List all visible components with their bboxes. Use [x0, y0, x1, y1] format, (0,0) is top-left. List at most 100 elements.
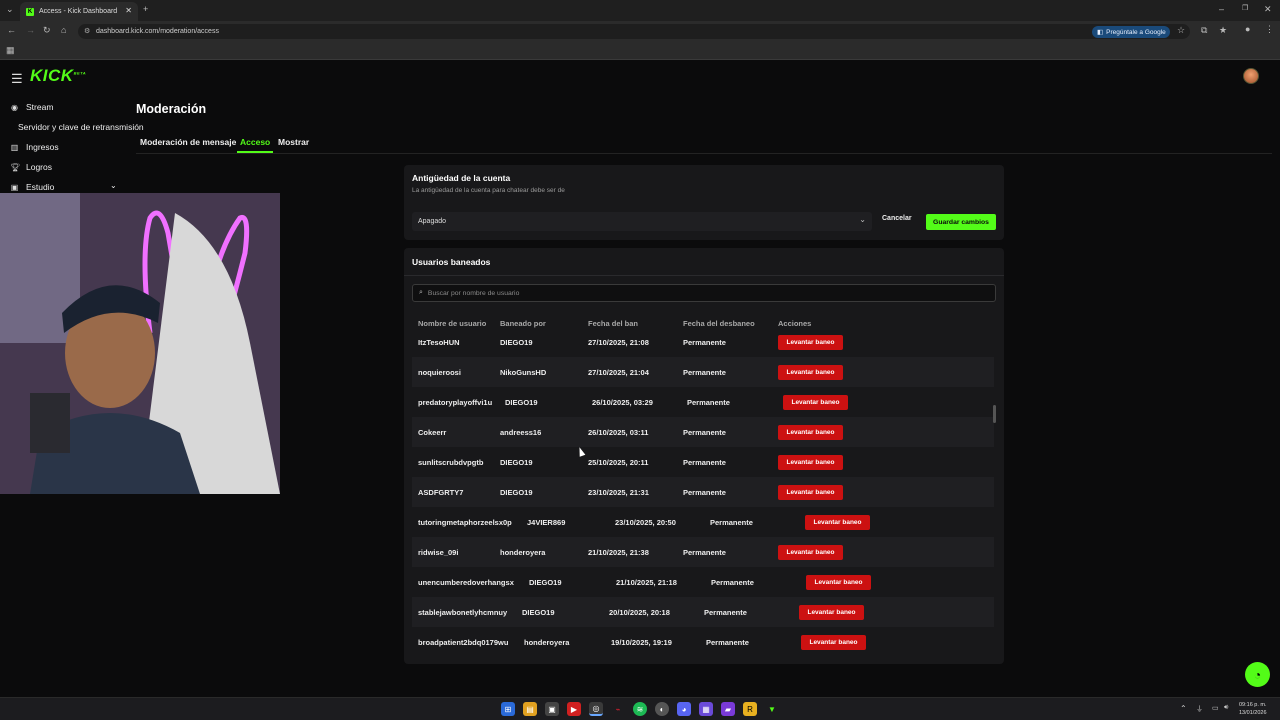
back-icon[interactable]: ←: [7, 26, 16, 35]
app-grid-icon[interactable]: ▦: [699, 702, 713, 716]
unban-button[interactable]: Levantar baneo: [778, 365, 843, 380]
tab-moderacion-mensaje[interactable]: Moderación de mensaje: [140, 137, 236, 147]
cell-ban-date: 19/10/2025, 19:19: [611, 638, 672, 647]
system-clock[interactable]: 09:16 p. m. 13/01/2026: [1239, 701, 1267, 717]
chevron-down-icon: ⌄: [859, 215, 866, 224]
cell-username: unencumberedoverhangsx: [418, 578, 514, 587]
url-field[interactable]: ⚙ dashboard.kick.com/moderation/access: [78, 24, 1190, 39]
usb-icon[interactable]: ⏚: [1196, 704, 1203, 714]
minimize-icon[interactable]: –: [1219, 5, 1224, 14]
cell-ban-date: 26/10/2025, 03:29: [592, 398, 653, 407]
windows-start-icon[interactable]: ⊞: [501, 702, 515, 716]
kick-favicon-icon: K: [26, 7, 34, 16]
spotify-icon[interactable]: ≋: [633, 702, 647, 716]
trophy-icon: 🏆︎: [10, 162, 21, 172]
home-icon[interactable]: ⌂: [61, 26, 66, 35]
cell-username: noquieroosi: [418, 368, 461, 377]
youtube-icon[interactable]: ▶: [567, 702, 581, 716]
store-icon[interactable]: ▣: [545, 702, 559, 716]
new-tab-icon[interactable]: +: [143, 5, 148, 14]
ask-google-button[interactable]: ◧ Pregúntale a Google: [1092, 26, 1170, 38]
table-row: ridwise_09i honderoyera 21/10/2025, 21:3…: [412, 537, 994, 567]
cell-banned-by: andreess16: [500, 428, 542, 437]
unban-button[interactable]: Levantar baneo: [801, 635, 866, 650]
cell-banned-by: honderoyera: [524, 638, 570, 647]
app-v-icon[interactable]: ▼: [765, 702, 779, 716]
url-text: dashboard.kick.com/moderation/access: [96, 28, 219, 35]
cancel-button[interactable]: Cancelar: [882, 215, 912, 222]
cell-banned-by: DIEGO19: [522, 608, 555, 617]
table-row: tutoringmetaphorzeelsx0p J4VIER869 23/10…: [412, 507, 994, 537]
tab-mostrar[interactable]: Mostrar: [278, 137, 309, 147]
sidebar-item-stream[interactable]: ◉ Stream: [10, 102, 53, 112]
cell-unban-date: Permanente: [683, 458, 726, 467]
site-info-icon[interactable]: ⚙: [84, 27, 90, 35]
cell-unban-date: Permanente: [706, 638, 749, 647]
unban-button[interactable]: Levantar baneo: [783, 395, 848, 410]
sidebar-item-server-key[interactable]: Servidor y clave de retransmisión: [18, 122, 144, 132]
table-row: broadpatient2bdq0179wu honderoyera 19/10…: [412, 627, 994, 657]
file-explorer-icon[interactable]: ▤: [523, 702, 537, 716]
cell-username: ASDFGRTY7: [418, 488, 464, 497]
pdf-icon[interactable]: ⌁: [611, 702, 625, 716]
address-bar-row: ← → ↻ ⌂ ⚙ dashboard.kick.com/moderation/…: [0, 21, 1280, 41]
tab-search-icon[interactable]: ⌄: [6, 5, 14, 14]
banned-users-title: Usuarios baneados: [412, 257, 491, 267]
cell-username: stablejawbonetlyhcmnuy: [418, 608, 508, 617]
chevron-up-icon[interactable]: ⌃: [1180, 704, 1187, 713]
sidebar-item-estudio[interactable]: ▣ Estudio ⌄: [10, 181, 117, 192]
kick-logo[interactable]: KICKBETA: [30, 66, 86, 86]
menu-dots-icon[interactable]: ⋮: [1265, 25, 1274, 34]
extensions-icon[interactable]: ⧉: [1201, 26, 1207, 35]
cell-unban-date: Permanente: [683, 488, 726, 497]
bookmark-star-icon[interactable]: ☆: [1177, 26, 1185, 35]
monitor-icon[interactable]: ▭: [1212, 704, 1219, 712]
unban-button[interactable]: Levantar baneo: [778, 485, 843, 500]
chart-icon: ▥: [10, 142, 19, 152]
profile-icon[interactable]: ●: [1245, 25, 1250, 34]
save-changes-button[interactable]: Guardar cambios: [926, 214, 996, 230]
hamburger-menu-icon[interactable]: ☰: [11, 71, 23, 87]
table-row: unencumberedoverhangsx DIEGO19 21/10/202…: [412, 567, 994, 597]
sidebar-item-logros[interactable]: 🏆︎ Logros: [10, 162, 52, 172]
search-input[interactable]: [427, 289, 968, 297]
volume-icon[interactable]: 🔊︎: [1224, 704, 1228, 712]
account-age-select[interactable]: Apagado ⌄: [412, 212, 872, 231]
app-r-icon[interactable]: R: [743, 702, 757, 716]
forward-icon[interactable]: →: [26, 26, 35, 35]
table-scrollbar[interactable]: [993, 405, 996, 423]
search-field[interactable]: ⌕: [412, 284, 996, 302]
unban-button[interactable]: Levantar baneo: [778, 335, 843, 350]
tab-acceso[interactable]: Acceso: [240, 137, 270, 147]
windows-taskbar: ⊞ ▤ ▣ ▶ ◎ ⌁ ≋ ◐ ◕ ▦ ▰ R ▼ ⌃ ⏚ ▭ 🔊︎ 09:16…: [0, 697, 1280, 720]
favorites-icon[interactable]: ★: [1219, 26, 1227, 35]
browser-tab[interactable]: K Access - Kick Dashboard ✕: [20, 2, 138, 21]
user-avatar[interactable]: [1243, 68, 1259, 84]
help-chat-icon[interactable]: ◔: [1245, 662, 1270, 687]
chrome-icon[interactable]: ◎: [589, 702, 603, 716]
clock-time: 09:16 p. m.: [1239, 702, 1267, 708]
unban-button[interactable]: Levantar baneo: [778, 425, 843, 440]
close-tab-icon[interactable]: ✕: [125, 6, 132, 15]
clock-date: 13/01/2026: [1239, 710, 1267, 716]
video-editor-icon[interactable]: ▰: [721, 702, 735, 716]
browser-tab-bar: ⌄ K Access - Kick Dashboard ✕ + – ❐ ✕: [0, 0, 1280, 21]
table-row: predatoryplayoffvi1u DIEGO19 26/10/2025,…: [412, 387, 994, 417]
apps-grid-icon[interactable]: ▦: [6, 46, 15, 55]
unban-button[interactable]: Levantar baneo: [778, 455, 843, 470]
cell-ban-date: 27/10/2025, 21:04: [588, 368, 649, 377]
close-window-icon[interactable]: ✕: [1264, 5, 1272, 14]
discord-icon[interactable]: ◕: [677, 702, 691, 716]
obs-icon[interactable]: ◐: [655, 702, 669, 716]
unban-button[interactable]: Levantar baneo: [805, 515, 870, 530]
sidebar-item-ingresos[interactable]: ▥ Ingresos: [10, 142, 59, 152]
unban-button[interactable]: Levantar baneo: [799, 605, 864, 620]
unban-button[interactable]: Levantar baneo: [778, 545, 843, 560]
reload-icon[interactable]: ↻: [43, 26, 51, 35]
cell-ban-date: 20/10/2025, 20:18: [609, 608, 670, 617]
ask-google-label: Pregúntale a Google: [1106, 28, 1166, 36]
cell-ban-date: 26/10/2025, 03:11: [588, 428, 649, 437]
unban-button[interactable]: Levantar baneo: [806, 575, 871, 590]
maximize-icon[interactable]: ❐: [1242, 5, 1248, 12]
cell-banned-by: DIEGO19: [500, 338, 533, 347]
